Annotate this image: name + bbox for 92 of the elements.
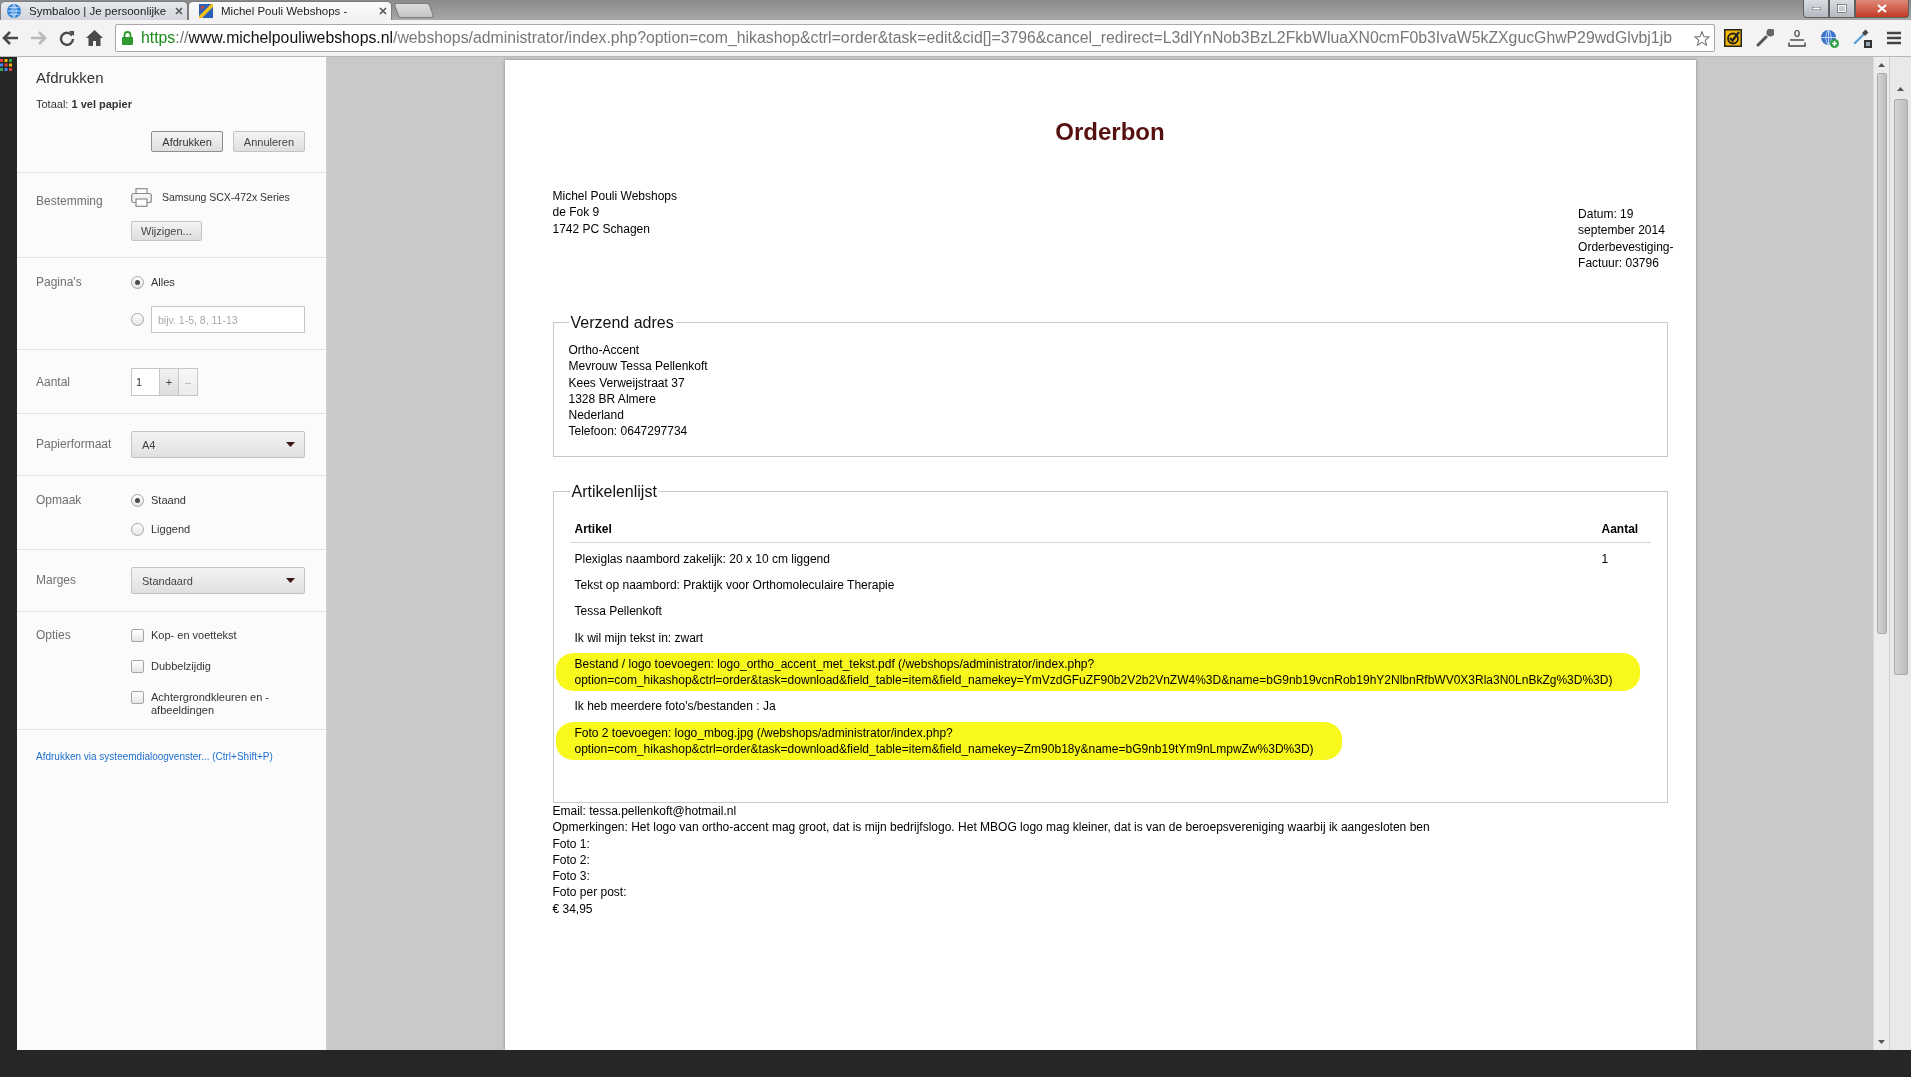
setting-label: Aantal <box>36 374 72 391</box>
setting-label: Marges <box>36 572 77 589</box>
address-bar[interactable]: https://www.michelpouliwebshops.nl/webshops/administrator/index.php?option=com_hikashop&ctrl=order&task=edit&cid[]=3796&cancel_redirect=L3dlYnNob3BzL2FkbWluaXN0cmF0b3IvaW5kZXgucGhwP29wdGlvbj1jb <box>115 24 1715 52</box>
column-header: Artikel <box>573 520 613 537</box>
minimize-button[interactable] <box>1803 0 1829 18</box>
globe-icon <box>7 4 21 18</box>
order-note-text: Email: tessa.pellenkoft@hotmail.nl <box>552 803 738 820</box>
scrollbar[interactable] <box>1889 57 1911 1050</box>
section-legend: Verzend adres <box>568 313 676 332</box>
maximize-button[interactable] <box>1829 0 1855 18</box>
wrench-icon[interactable] <box>1756 29 1774 47</box>
cancel-button[interactable]: Annuleren <box>232 131 305 152</box>
scroll-up-icon[interactable] <box>1897 87 1904 91</box>
order-note-text: Opmerkingen: Het logo van ortho-accent mag groot, dat is mijn bedrijfslogo. Het MBOG logo mag kleiner, dat is van de beroepsvereniging waarbij ik aangesloten ben <box>552 819 1431 836</box>
section-legend: Artikelenlijst <box>569 481 659 501</box>
eyedropper-icon[interactable] <box>1853 28 1872 48</box>
url-text: https://www.michelpouliwebshops.nl/webshops/administrator/index.php?option=com_hikashop&ctrl=order&task=edit&cid[]=3796&cancel_redirect=L3dlYnNob3BzL2FkbWluaXN0cmF0b3IvaW5kZXgucGhwP29wdGlvbj1jb <box>141 29 1672 47</box>
back-arrow-icon[interactable] <box>1 30 19 46</box>
column-header: Aantal <box>1601 520 1640 537</box>
check-badge-icon[interactable] <box>1724 29 1742 47</box>
browser-tab[interactable]: Symbaloo | Je persoonlijke <box>0 1 188 20</box>
system-dialog-link[interactable]: Afdrukken via systeemdialoogvenster... (Ctrl+Shift+P) <box>36 751 273 762</box>
increment-button[interactable]: + <box>160 368 179 396</box>
order-note-text: Foto 2: <box>552 851 591 868</box>
close-icon[interactable] <box>379 7 387 15</box>
document-title: Orderbon <box>1054 118 1166 146</box>
new-tab-button[interactable] <box>393 3 435 18</box>
scroll-up-icon[interactable] <box>1878 63 1885 67</box>
apps-grid-icon[interactable] <box>0 59 12 71</box>
close-button[interactable] <box>1855 0 1909 18</box>
checkbox[interactable] <box>131 690 144 704</box>
print-button[interactable]: Afdrukken <box>151 131 223 152</box>
checkbox-label[interactable]: Dubbelzijdig <box>151 659 211 673</box>
site-logo-icon <box>199 4 213 18</box>
order-note-text: Foto 1: <box>552 835 591 852</box>
radio-label[interactable]: Staand <box>151 494 186 506</box>
browser-tab[interactable]: Michel Pouli Webshops - <box>188 1 392 20</box>
radio-button[interactable] <box>131 313 144 326</box>
change-button[interactable]: Wijzigen... <box>131 221 202 241</box>
radio-button[interactable] <box>131 493 144 507</box>
radio-button[interactable] <box>131 522 144 536</box>
sheet-count-text: Totaal: 1 vel papier <box>36 98 133 111</box>
caret-icon <box>286 578 295 583</box>
checkbox[interactable] <box>131 659 144 673</box>
table-cell-text: 1 <box>1601 550 1610 567</box>
caret-icon <box>286 442 295 447</box>
detail-text: Tessa Pellenkoft <box>573 603 663 620</box>
detail-text: Ik wil mijn tekst in: zwart <box>573 629 705 646</box>
setting-label: Bestemming <box>36 193 104 208</box>
radio-label[interactable]: Liggend <box>151 523 191 535</box>
close-icon[interactable] <box>175 7 183 15</box>
table-cell-text: Plexiglas naambord zakelijk: 20 x 10 cm liggend <box>573 550 831 567</box>
reload-icon[interactable] <box>59 30 75 46</box>
scrollbar[interactable] <box>1873 57 1889 1050</box>
order-details-text: Datum: 19 september 2014 Orderbevestiging- Factuur: 03796 <box>1578 206 1674 271</box>
lock-icon <box>122 31 133 45</box>
radio-label[interactable]: Alles <box>151 276 175 288</box>
minimize-icon <box>1811 7 1821 10</box>
close-icon <box>1877 4 1887 13</box>
print-title: Afdrukken <box>36 69 105 87</box>
shipping-address: Ortho-Accent Mevrouw Tessa Pellenkoft Kees Verweijstraat 37 1328 BR Almere Nederland Telefoon: 0647297734 <box>568 342 709 440</box>
radio-button[interactable] <box>131 275 144 289</box>
maximize-icon <box>1837 4 1847 13</box>
star-icon[interactable] <box>1694 30 1710 46</box>
scroll-down-icon[interactable] <box>1878 1040 1885 1044</box>
setting-label: Opties <box>36 627 72 644</box>
printer-icon <box>131 187 152 207</box>
checkbox[interactable] <box>131 628 144 642</box>
home-icon[interactable] <box>86 30 103 46</box>
sender-address: Michel Pouli Webshops de Fok 9 1742 PC Schagen <box>552 188 677 237</box>
menu-icon[interactable] <box>1886 31 1902 45</box>
page-range-field[interactable]: bijv. 1-5, 8, 11-13 <box>151 306 305 333</box>
scrollbar-thumb[interactable] <box>1876 73 1887 634</box>
order-note-text: Foto 3: <box>552 868 591 885</box>
copies-field[interactable]: 1 <box>131 368 160 396</box>
globe-plus-icon[interactable] <box>1820 28 1839 48</box>
setting-label: Pagina's <box>36 274 83 291</box>
dropdown[interactable]: Standaard <box>131 567 305 594</box>
tray-icon[interactable] <box>1788 29 1806 47</box>
order-note-text: Foto per post: <box>552 884 628 901</box>
dropdown[interactable]: A4 <box>131 431 305 458</box>
highlighted-text: Foto 2 toevoegen: logo_mbog.jpg (/webshops/administrator/index.php? option=com_hikashop&ctrl=order&task=download&field_table=item&field_namekey=Zm90b18y&name=bG9nb19tYm9nLmpwZw%3D%3D) <box>555 721 1342 760</box>
detail-text: Tekst op naambord: Praktijk voor Orthomoleculaire Therapie <box>573 577 896 594</box>
checkbox-label[interactable]: Achtergrondkleuren en - afbeeldingen <box>151 690 301 717</box>
detail-text: Ik heb meerdere foto's/bestanden : Ja <box>573 698 777 715</box>
order-note-text: € 34,95 <box>552 900 594 917</box>
setting-label: Papierformaat <box>36 436 113 453</box>
checkbox-label[interactable]: Kop- en voettekst <box>151 628 237 642</box>
scrollbar-thumb[interactable] <box>1893 99 1908 675</box>
highlighted-text: Bestand / logo toevoegen: logo_ortho_accent_met_tekst.pdf (/webshops/administrator/index.php? option=com_hikashop&ctrl=order&task=download&field_table=item&field_namekey=YmVzdGFuZF90b2V2b2VnZW4%3D&name=bG9nb19vcnRob19hY2NlbnRfbWV0X3Rla3N0LnBkZg%3D%3D) <box>555 652 1641 692</box>
setting-label: Opmaak <box>36 492 83 509</box>
printer-name: Samsung SCX-472x Series <box>162 191 290 203</box>
